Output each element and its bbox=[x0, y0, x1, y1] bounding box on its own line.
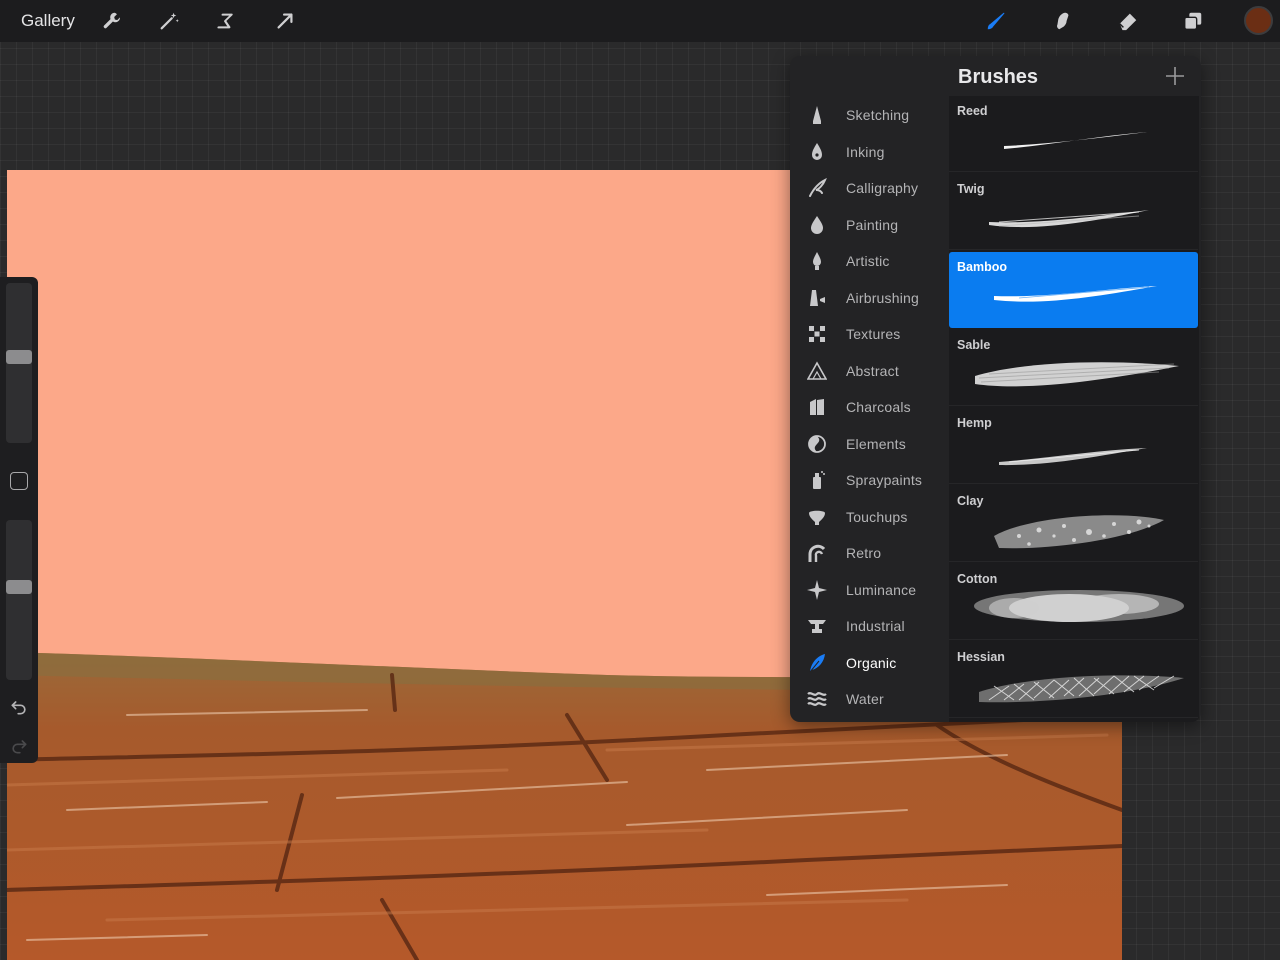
calligraphy-icon bbox=[807, 178, 827, 198]
water-icon bbox=[807, 689, 827, 709]
add-brush-icon[interactable] bbox=[1165, 66, 1185, 86]
layers-icon[interactable] bbox=[1178, 6, 1208, 36]
textures-icon bbox=[807, 324, 827, 344]
left-sidebar bbox=[0, 277, 38, 763]
abstract-icon bbox=[807, 361, 827, 381]
brush-set-textures[interactable]: Textures bbox=[790, 316, 950, 352]
charcoals-icon bbox=[807, 397, 827, 417]
brush-set-elements[interactable]: Elements bbox=[790, 426, 950, 462]
luminance-icon bbox=[807, 580, 827, 600]
brush-preview-stroke bbox=[979, 675, 1184, 703]
spraypaints-icon bbox=[807, 470, 827, 490]
brush-sable[interactable]: Sable bbox=[949, 330, 1198, 406]
brush-set-industrial[interactable]: Industrial bbox=[790, 608, 950, 644]
brush-set-organic[interactable]: Organic bbox=[790, 645, 950, 681]
brush-set-touchups[interactable]: Touchups bbox=[790, 499, 950, 535]
transform-icon[interactable] bbox=[270, 6, 300, 36]
wrench-icon[interactable] bbox=[97, 6, 127, 36]
inking-icon bbox=[807, 142, 827, 162]
brush-set-luminance[interactable]: Luminance bbox=[790, 572, 950, 608]
brush-set-calligraphy[interactable]: Calligraphy bbox=[790, 170, 950, 206]
panel-title: Brushes bbox=[958, 66, 1039, 88]
airbrushing-icon bbox=[807, 288, 827, 308]
brush-set-retro[interactable]: Retro bbox=[790, 535, 950, 571]
brushes-panel: Brushes Sketching Inking Calligraphy Pai… bbox=[790, 56, 1201, 722]
brush-twig[interactable]: Twig bbox=[949, 174, 1198, 250]
brush-library: Reed Twig Bamboo Sable Hemp Clay Cotton … bbox=[949, 96, 1199, 722]
brush-size-slider-thumb[interactable] bbox=[6, 350, 32, 364]
touchups-icon bbox=[807, 507, 827, 527]
brush-icon[interactable] bbox=[981, 6, 1011, 36]
smudge-icon[interactable] bbox=[1047, 6, 1077, 36]
brush-set-inking[interactable]: Inking bbox=[790, 134, 950, 170]
magic-wand-icon[interactable] bbox=[154, 6, 184, 36]
brush-clay[interactable]: Clay bbox=[949, 486, 1198, 562]
industrial-icon bbox=[807, 616, 827, 636]
brush-reed[interactable]: Reed bbox=[949, 96, 1198, 172]
elements-icon bbox=[807, 434, 827, 454]
undo-icon[interactable] bbox=[9, 697, 29, 717]
brush-set-spraypaints[interactable]: Spraypaints bbox=[790, 462, 950, 498]
eraser-icon[interactable] bbox=[1113, 6, 1143, 36]
brush-bamboo[interactable]: Bamboo bbox=[949, 252, 1198, 328]
brush-cotton[interactable]: Cotton bbox=[949, 564, 1198, 640]
brush-hessian[interactable]: Hessian bbox=[949, 642, 1198, 718]
color-picker-swatch[interactable] bbox=[1244, 6, 1273, 35]
brush-set-painting[interactable]: Painting bbox=[790, 207, 950, 243]
opacity-slider[interactable] bbox=[6, 520, 32, 680]
redo-icon[interactable] bbox=[9, 736, 29, 756]
brush-hemp[interactable]: Hemp bbox=[949, 408, 1198, 484]
gallery-button[interactable]: Gallery bbox=[21, 11, 75, 31]
brush-size-slider[interactable] bbox=[6, 283, 32, 443]
opacity-slider-thumb[interactable] bbox=[6, 580, 32, 594]
brush-set-abstract[interactable]: Abstract bbox=[790, 353, 950, 389]
brush-set-water[interactable]: Water bbox=[790, 681, 950, 717]
brush-preview-stroke bbox=[994, 515, 1164, 549]
brush-preview-stroke bbox=[999, 448, 1147, 466]
organic-icon bbox=[807, 653, 827, 673]
selection-icon[interactable] bbox=[212, 6, 242, 36]
brush-preview-stroke bbox=[975, 362, 1179, 387]
top-toolbar: Gallery bbox=[0, 0, 1280, 42]
brush-preview-stroke bbox=[994, 286, 1157, 302]
retro-icon bbox=[807, 543, 827, 563]
sketching-icon bbox=[807, 105, 827, 125]
brush-set-sketching[interactable]: Sketching bbox=[790, 97, 950, 133]
brush-preview-stroke bbox=[974, 590, 1184, 622]
brush-preview-stroke bbox=[1004, 132, 1147, 149]
brush-set-artistic[interactable]: Artistic bbox=[790, 243, 950, 279]
brush-set-airbrushing[interactable]: Airbrushing bbox=[790, 280, 950, 316]
modify-button[interactable] bbox=[10, 472, 28, 490]
artistic-icon bbox=[807, 251, 827, 271]
brush-preview-stroke bbox=[989, 210, 1149, 228]
brush-set-charcoals[interactable]: Charcoals bbox=[790, 389, 950, 425]
painting-icon bbox=[807, 215, 827, 235]
